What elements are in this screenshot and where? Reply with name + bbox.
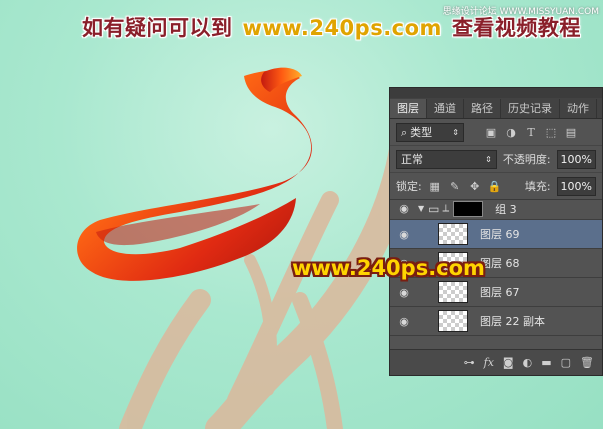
panel-tabs: 图层 通道 路径 历史记录 动作 <box>390 98 602 119</box>
tab-paths[interactable]: 路径 <box>464 99 501 118</box>
panel-title-strip <box>390 88 602 98</box>
layer-name: 图层 69 <box>480 228 520 241</box>
tab-actions[interactable]: 动作 <box>560 99 597 118</box>
fx-icon[interactable]: fx <box>484 356 494 369</box>
opacity-input[interactable]: 100% <box>556 149 596 169</box>
type-filter-icon[interactable]: T <box>524 125 538 139</box>
layer-name: 图层 22 副本 <box>480 315 545 328</box>
filter-kind-select[interactable]: ⌕ 类型 ⇕ <box>396 122 464 142</box>
image-filter-icon[interactable]: ▣ <box>484 125 498 139</box>
blend-row: 正常 ⇕ 不透明度: 100% <box>390 146 602 173</box>
eye-icon[interactable]: ◉ <box>390 228 418 241</box>
adjustment-icon[interactable]: ◐ <box>523 356 533 369</box>
corner-watermark: 思缘设计论坛 WWW.MISSYUAN.COM <box>442 7 599 17</box>
tab-history[interactable]: 历史记录 <box>501 99 560 118</box>
layer-thumbnail <box>438 281 468 303</box>
lock-paint-icon[interactable]: ✎ <box>448 179 462 193</box>
link-icon[interactable]: ⊶ <box>464 356 475 369</box>
filter-kind-label: 类型 <box>410 125 433 139</box>
eye-icon[interactable]: ◉ <box>390 315 418 328</box>
filter-row: ⌕ 类型 ⇕ ▣ ◑ T ⬚ ▤ <box>390 119 602 146</box>
fill-label: 填充: <box>524 180 551 193</box>
smartobject-filter-icon[interactable]: ▤ <box>564 125 578 139</box>
chevron-updown-icon: ⇕ <box>452 127 459 137</box>
shape-filter-icon[interactable]: ⬚ <box>544 125 558 139</box>
ghost-stroke <box>119 135 419 429</box>
fill-input[interactable]: 100% <box>556 176 596 196</box>
lock-transparency-icon[interactable]: ▦ <box>428 179 442 193</box>
folder-icon: ▭ <box>428 201 440 216</box>
eye-icon[interactable]: ◉ <box>390 202 418 215</box>
banner-text-left: 如有疑问可以到 <box>82 16 233 40</box>
lock-all-icon[interactable]: 🔒 <box>488 179 502 193</box>
lock-label: 锁定: <box>396 180 422 193</box>
search-icon: ⌕ <box>401 125 408 139</box>
folder-icon[interactable]: ▬ <box>541 356 551 369</box>
red-ribbon <box>77 67 312 281</box>
lock-position-icon[interactable]: ✥ <box>468 179 482 193</box>
layer-row[interactable]: ◉ 图层 69 <box>390 220 602 249</box>
eye-icon[interactable]: ◉ <box>390 286 418 299</box>
adjustment-filter-icon[interactable]: ◑ <box>504 125 518 139</box>
layers-panel: 图层 通道 路径 历史记录 动作 ⌕ 类型 ⇕ ▣ ◑ T ⬚ ▤ 正常 ⇕ 不… <box>389 87 603 376</box>
layer-row[interactable]: ◉ 图层 22 副本 <box>390 307 602 336</box>
panel-footer: ⊶ fx ◙ ◐ ▬ ▢ 🗑 <box>390 349 602 375</box>
banner-url-link[interactable]: www.240ps.com <box>243 16 442 40</box>
chevron-updown-icon: ⇕ <box>485 154 492 164</box>
layer-thumbnail <box>438 223 468 245</box>
blend-mode-value: 正常 <box>401 152 423 166</box>
site-watermark: www.240ps.com <box>292 256 485 280</box>
trash-icon[interactable]: 🗑 <box>580 356 594 369</box>
opacity-label: 不透明度: <box>502 153 551 166</box>
layer-row[interactable]: ◉ ▼ ▭ ⟂ 组 3 <box>390 198 602 220</box>
layer-thumbnail <box>438 310 468 332</box>
layer-name: 组 3 <box>495 202 517 216</box>
layer-name: 图层 68 <box>480 257 520 270</box>
group-mask-thumb <box>453 200 484 217</box>
layer-name: 图层 67 <box>480 286 520 299</box>
blend-mode-select[interactable]: 正常 ⇕ <box>396 149 497 169</box>
layer-row[interactable]: ◉ 图层 67 <box>390 278 602 307</box>
mask-icon[interactable]: ◙ <box>503 356 514 369</box>
tab-layers[interactable]: 图层 <box>390 99 427 118</box>
banner-text-right: 查看视频教程 <box>451 16 581 40</box>
new-layer-icon[interactable]: ▢ <box>561 356 571 369</box>
link-icon: ⟂ <box>442 203 450 214</box>
disclosure-triangle-icon[interactable]: ▼ <box>418 204 424 213</box>
tab-channels[interactable]: 通道 <box>427 99 464 118</box>
lock-row: 锁定: ▦ ✎ ✥ 🔒 填充: 100% <box>390 173 602 200</box>
